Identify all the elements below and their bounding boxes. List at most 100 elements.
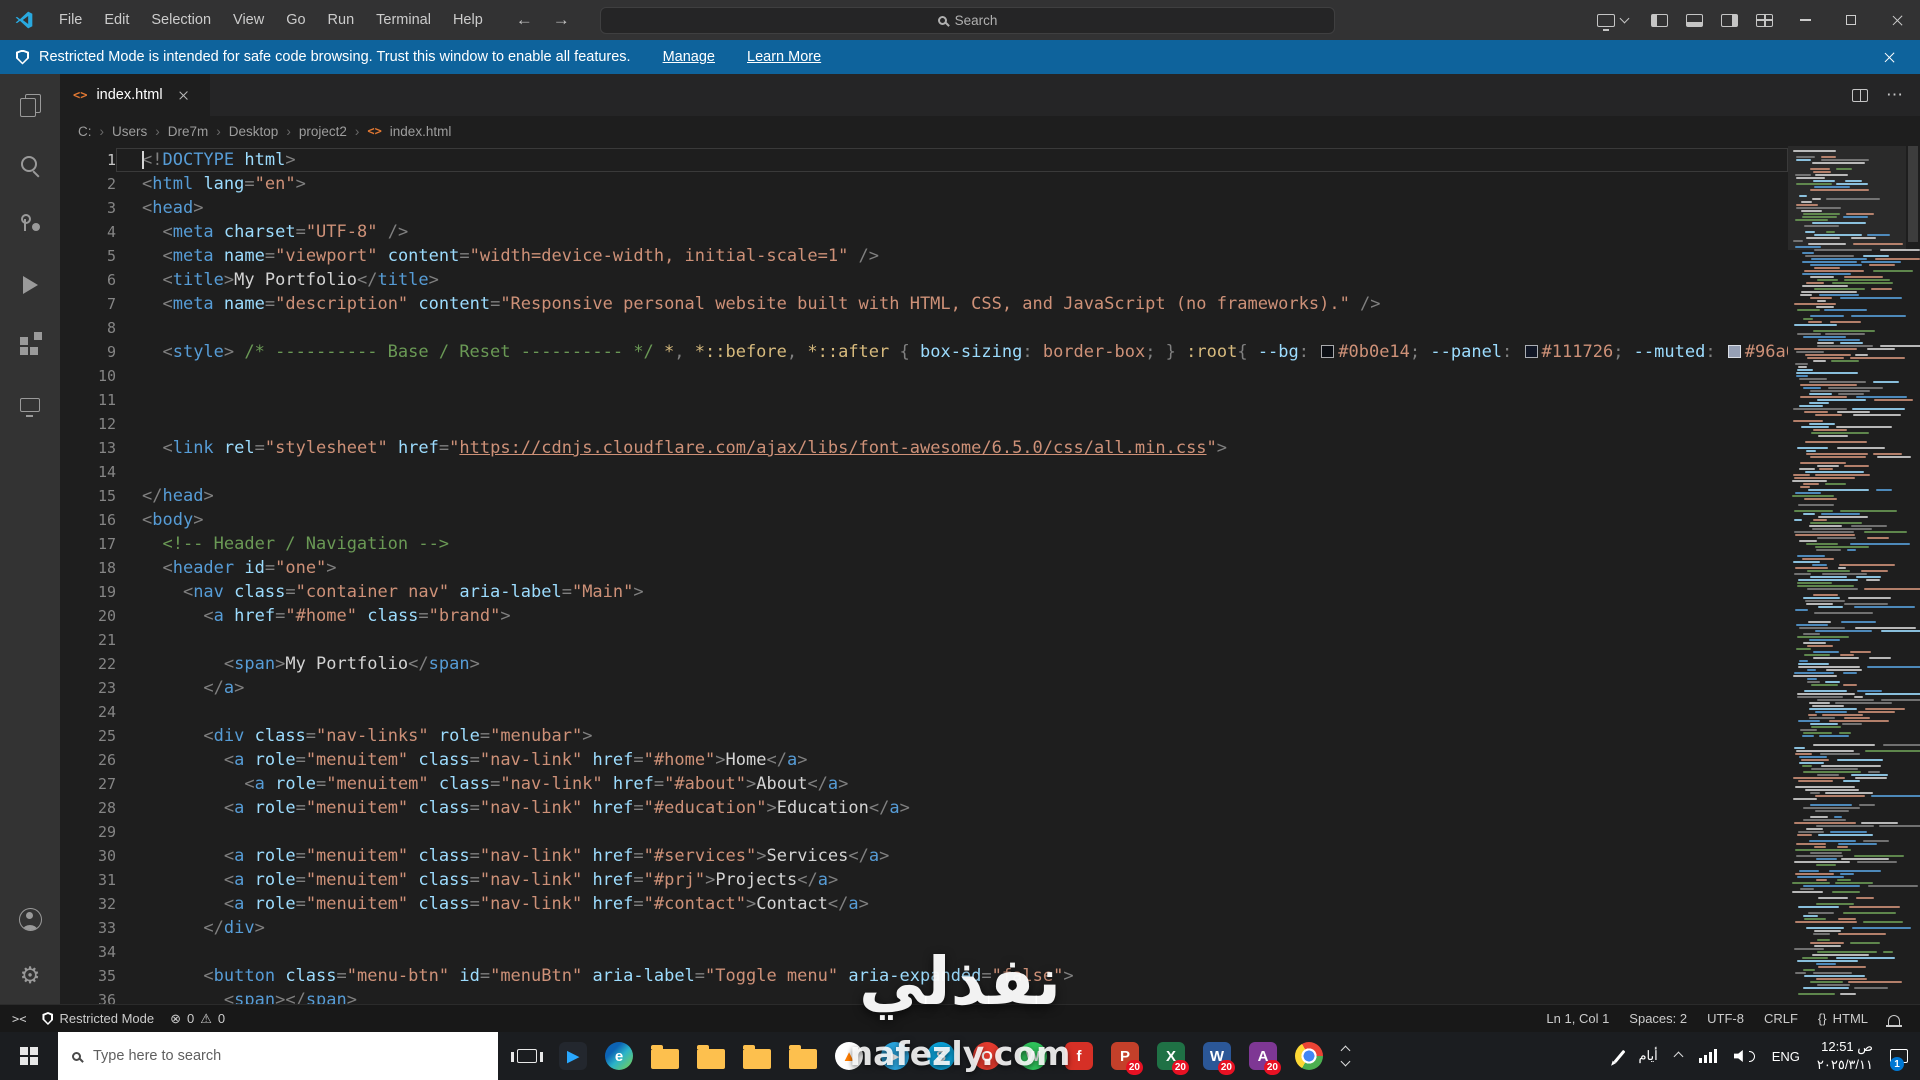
encoding[interactable]: UTF-8 — [1707, 1011, 1744, 1026]
settings-gear-icon[interactable]: ⚙ — [15, 960, 45, 990]
line-content[interactable]: <div class="nav-links" role="menubar"> — [116, 724, 1788, 748]
minimize-button[interactable] — [1782, 0, 1828, 40]
monitor-dropdown-icon[interactable] — [1597, 13, 1615, 31]
extensions-icon[interactable] — [15, 330, 45, 360]
line-content[interactable]: <nav class="container nav" aria-label="M… — [116, 580, 1788, 604]
code-line[interactable]: 19 <nav class="container nav" aria-label… — [60, 580, 1788, 604]
scrollbar-thumb[interactable] — [1908, 146, 1918, 242]
media-player-icon[interactable]: ▶ — [550, 1032, 596, 1080]
line-content[interactable]: <!DOCTYPE html> — [116, 148, 1788, 172]
start-button[interactable] — [0, 1032, 58, 1080]
code-line[interactable]: 30 <a role="menuitem" class="nav-link" h… — [60, 844, 1788, 868]
remote-indicator[interactable]: >< — [12, 1012, 26, 1026]
code-line[interactable]: 32 <a role="menuitem" class="nav-link" h… — [60, 892, 1788, 916]
line-content[interactable]: <style> /* ---------- Base / Reset -----… — [116, 340, 1788, 364]
manage-link[interactable]: Manage — [663, 49, 715, 65]
chevron-down-icon[interactable] — [1619, 13, 1630, 24]
code-line[interactable]: 17 <!-- Header / Navigation --> — [60, 532, 1788, 556]
show-hidden-icons[interactable] — [1673, 1051, 1684, 1061]
taskbar-search-input[interactable]: Type here to search — [58, 1032, 498, 1080]
line-content[interactable]: <body> — [116, 508, 1788, 532]
code-line[interactable]: 6 <title>My Portfolio</title> — [60, 268, 1788, 292]
line-content[interactable]: <a role="menuitem" class="nav-link" href… — [116, 748, 1788, 772]
account-icon[interactable] — [15, 904, 45, 934]
toggle-sidebar-icon[interactable] — [1651, 13, 1668, 27]
line-number[interactable]: 22 — [60, 652, 116, 676]
line-number[interactable]: 13 — [60, 436, 116, 460]
line-number[interactable]: 6 — [60, 268, 116, 292]
line-number[interactable]: 25 — [60, 724, 116, 748]
line-number[interactable]: 33 — [60, 916, 116, 940]
run-debug-icon[interactable] — [15, 270, 45, 300]
line-number[interactable]: 23 — [60, 676, 116, 700]
line-number[interactable]: 34 — [60, 940, 116, 964]
line-content[interactable]: <meta name="description" content="Respon… — [116, 292, 1788, 316]
task-view-icon[interactable] — [504, 1032, 550, 1080]
code-line[interactable]: 7 <meta name="description" content="Resp… — [60, 292, 1788, 316]
line-content[interactable]: <title>My Portfolio</title> — [116, 268, 1788, 292]
line-number[interactable]: 7 — [60, 292, 116, 316]
code-line[interactable]: 29 — [60, 820, 1788, 844]
breadcrumb-item[interactable]: Dre7m — [168, 124, 209, 139]
telegram-icon[interactable]: ▸ — [872, 1032, 918, 1080]
menu-go[interactable]: Go — [275, 0, 316, 40]
code-line[interactable]: 25 <div class="nav-links" role="menubar"… — [60, 724, 1788, 748]
close-window-button[interactable] — [1874, 0, 1920, 40]
code-line[interactable]: 5 <meta name="viewport" content="width=d… — [60, 244, 1788, 268]
code-line[interactable]: 16 <body> — [60, 508, 1788, 532]
code-line[interactable]: 15 </head> — [60, 484, 1788, 508]
banner-close-button[interactable] — [1874, 51, 1904, 64]
line-content[interactable]: <span></span> — [116, 988, 1788, 1004]
folder-icon[interactable] — [780, 1032, 826, 1080]
line-content[interactable]: <a role="menuitem" class="nav-link" href… — [116, 796, 1788, 820]
code-line[interactable]: 4 <meta charset="UTF-8" /> — [60, 220, 1788, 244]
toggle-panel-icon[interactable] — [1686, 13, 1703, 27]
line-number[interactable]: 1 — [60, 148, 116, 172]
code-line[interactable]: 18 <header id="one"> — [60, 556, 1788, 580]
line-number[interactable]: 8 — [60, 316, 116, 340]
vlc-icon[interactable]: ▲ — [826, 1032, 872, 1080]
code-line[interactable]: 36 <span></span> — [60, 988, 1788, 1004]
search-input[interactable]: Search — [600, 7, 1335, 34]
office-access-icon[interactable]: A 20 — [1240, 1032, 1286, 1080]
line-number[interactable]: 29 — [60, 820, 116, 844]
network-icon[interactable] — [1698, 1049, 1717, 1063]
line-number[interactable]: 26 — [60, 748, 116, 772]
action-center-button[interactable]: 1 — [1890, 1049, 1908, 1071]
office-powerpoint-icon[interactable]: P 20 — [1102, 1032, 1148, 1080]
line-content[interactable] — [116, 820, 1788, 844]
code-line[interactable]: 35 <button class="menu-btn" id="menuBtn"… — [60, 964, 1788, 988]
folder-icon[interactable] — [734, 1032, 780, 1080]
editor[interactable]: 1 <!DOCTYPE html> 2 <html lang="en"> 3 <head>… — [60, 146, 1920, 1004]
line-content[interactable]: <a role="menuitem" class="nav-link" href… — [116, 844, 1788, 868]
code-line[interactable]: 27 <a role="menuitem" class="nav-link" h… — [60, 772, 1788, 796]
code-line[interactable]: 23 </a> — [60, 676, 1788, 700]
line-content[interactable] — [116, 460, 1788, 484]
line-number[interactable]: 14 — [60, 460, 116, 484]
explorer-icon[interactable] — [15, 90, 45, 120]
eol-sequence[interactable]: CRLF — [1764, 1011, 1798, 1026]
code-line[interactable]: 3 <head> — [60, 196, 1788, 220]
line-number[interactable]: 27 — [60, 772, 116, 796]
office-word-icon[interactable]: W 20 — [1194, 1032, 1240, 1080]
code-line[interactable]: 12 — [60, 412, 1788, 436]
line-content[interactable]: <a href="#home" class="brand"> — [116, 604, 1788, 628]
notifications-bell-icon[interactable] — [1886, 1014, 1902, 1027]
remote-explorer-icon[interactable] — [15, 390, 45, 420]
widget-label[interactable]: أيام — [1638, 1048, 1657, 1064]
line-content[interactable]: </div> — [116, 916, 1788, 940]
code-line[interactable]: 31 <a role="menuitem" class="nav-link" h… — [60, 868, 1788, 892]
line-content[interactable]: <a role="menuitem" class="nav-link" href… — [116, 868, 1788, 892]
opera-icon[interactable]: O — [964, 1032, 1010, 1080]
line-number[interactable]: 12 — [60, 412, 116, 436]
code-line[interactable]: 34 — [60, 940, 1788, 964]
line-number[interactable]: 36 — [60, 988, 116, 1004]
breadcrumb-item[interactable]: C: — [78, 124, 92, 139]
search-view-icon[interactable] — [15, 150, 45, 180]
forward-icon[interactable]: → — [553, 10, 570, 30]
toggle-secondary-sidebar-icon[interactable] — [1721, 13, 1738, 27]
line-content[interactable] — [116, 940, 1788, 964]
code-line[interactable]: 11 — [60, 388, 1788, 412]
restricted-mode-status[interactable]: Restricted Mode — [42, 1011, 154, 1026]
learn-more-link[interactable]: Learn More — [747, 49, 821, 65]
